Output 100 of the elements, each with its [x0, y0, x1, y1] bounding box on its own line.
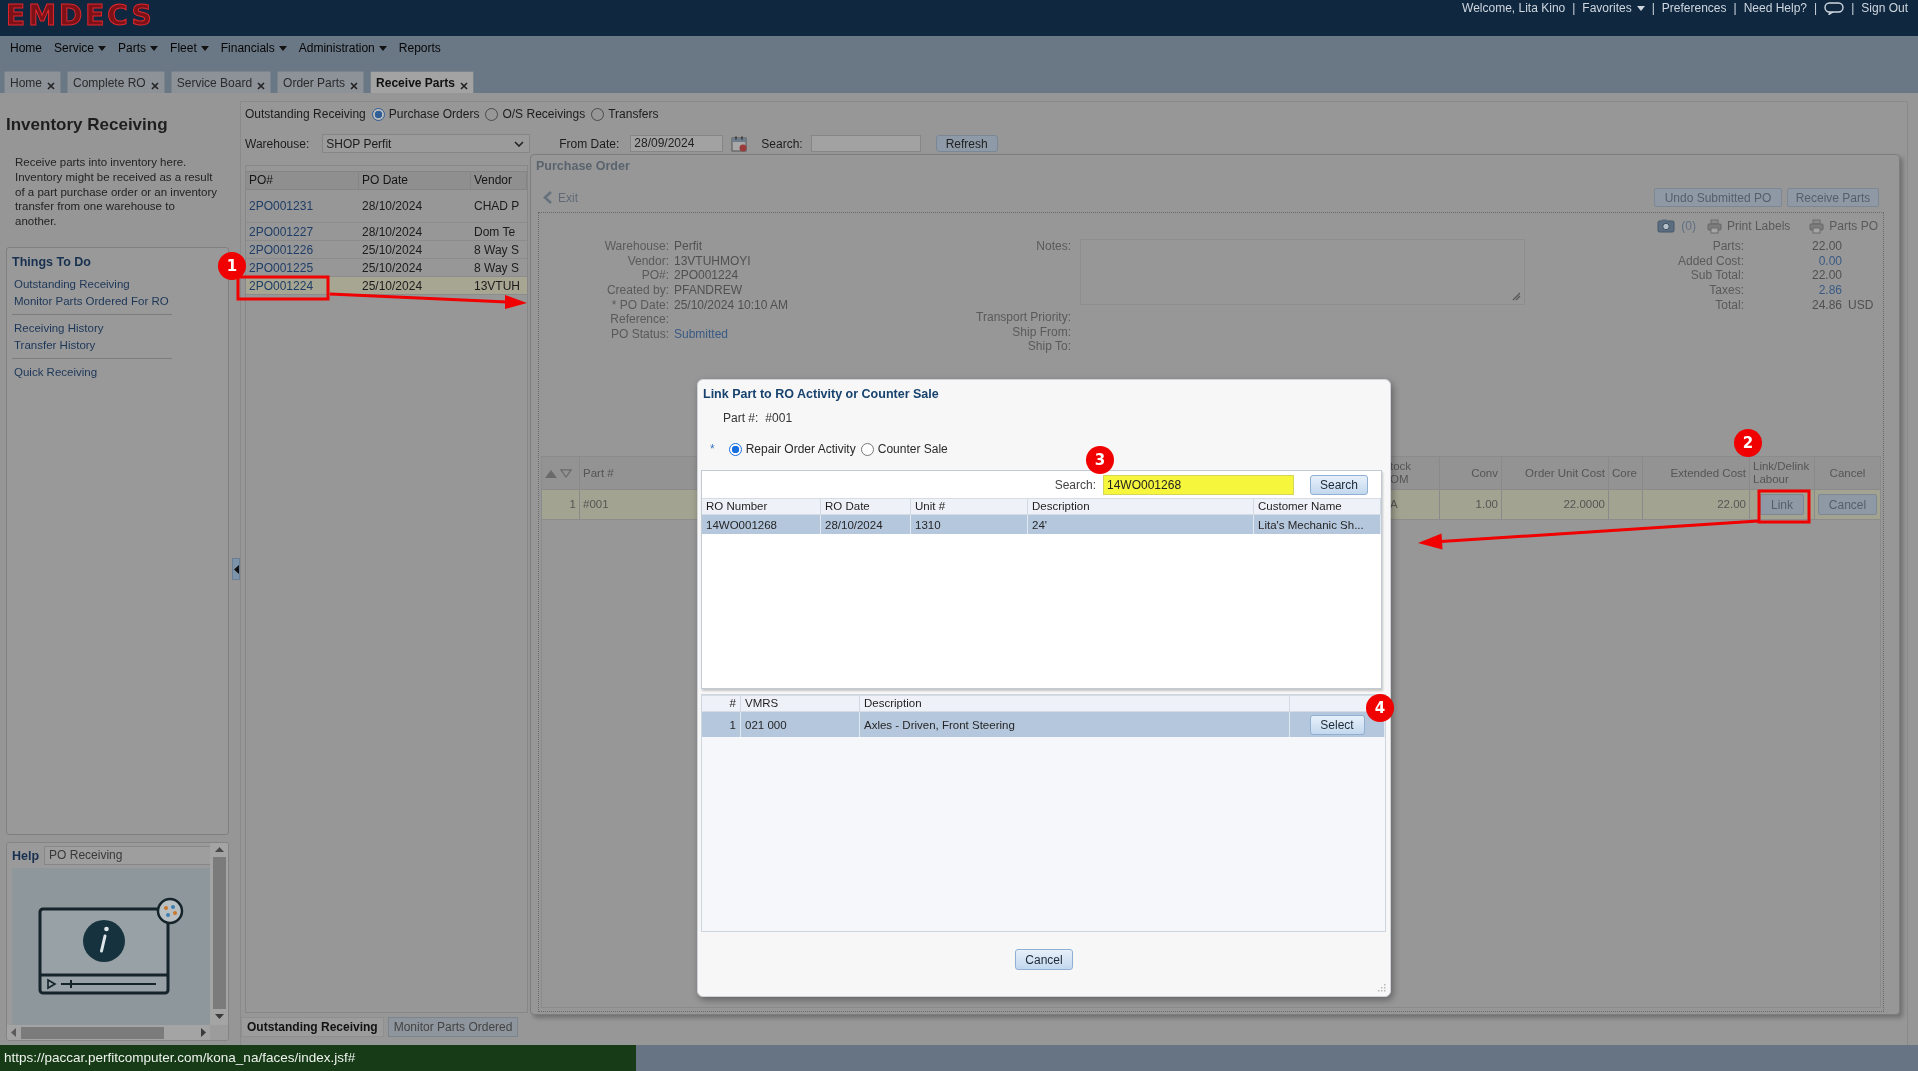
menu-item[interactable]: Reports: [398, 41, 441, 55]
calendar-icon[interactable]: [731, 135, 749, 152]
field-label: Created by:: [605, 283, 669, 298]
caret-up-icon[interactable]: [214, 847, 224, 852]
sidebar-link[interactable]: Quick Receiving: [14, 364, 98, 381]
column-header[interactable]: PO Date: [359, 172, 471, 189]
column-header[interactable]: PO#: [246, 172, 359, 189]
horizontal-scrollbar[interactable]: [7, 1025, 210, 1040]
column-header[interactable]: Customer Name: [1254, 499, 1381, 514]
close-icon[interactable]: [150, 82, 159, 90]
resize-grip-icon[interactable]: [1512, 292, 1521, 301]
radio-option[interactable]: Purchase Orders: [371, 107, 480, 121]
po-link[interactable]: 2PO001231: [246, 199, 359, 213]
menu-item[interactable]: Service: [54, 41, 107, 55]
help-topic-field[interactable]: PO Receiving: [44, 846, 210, 865]
menu-item[interactable]: Home: [10, 41, 42, 55]
po-link[interactable]: 2PO001226: [246, 242, 359, 257]
sidebar-link[interactable]: Transfer History: [14, 337, 96, 354]
table-row[interactable]: 1 021 000 Axles - Driven, Front Steering Select: [702, 712, 1385, 737]
tab[interactable]: Monitor Parts Ordered: [387, 1017, 519, 1037]
radio-button[interactable]: [728, 442, 742, 456]
field-label: Vendor:: [626, 253, 669, 269]
camera-icon[interactable]: [1657, 219, 1676, 233]
radio-button[interactable]: [860, 442, 874, 456]
panel-title: Things To Do: [12, 255, 92, 269]
radio-option[interactable]: Counter Sale: [860, 442, 948, 456]
close-icon[interactable]: [257, 82, 266, 90]
vertical-scrollbar[interactable]: [210, 843, 228, 1025]
tab[interactable]: Home: [4, 71, 61, 93]
notes-field[interactable]: [1080, 239, 1525, 305]
caret-right-icon[interactable]: [201, 1028, 206, 1037]
column-header[interactable]: RO Number: [702, 499, 821, 514]
table-cell: Lita's Mechanic Sh...: [1254, 515, 1381, 534]
caret-left-icon[interactable]: [11, 1028, 16, 1037]
close-icon[interactable]: [459, 82, 468, 90]
dialog-title: Link Part to RO Activity or Counter Sale: [703, 386, 940, 402]
search-field[interactable]: [810, 135, 921, 152]
column-header[interactable]: Unit #: [911, 499, 1028, 514]
po-link[interactable]: 2PO001227: [246, 224, 359, 239]
scrollbar-thumb[interactable]: [212, 857, 226, 1009]
video-preview[interactable]: [12, 868, 210, 1025]
amount-link[interactable]: 2.86: [1744, 283, 1842, 298]
sidebar-link[interactable]: Outstanding Receiving: [14, 276, 130, 293]
radio-option[interactable]: Repair Order Activity: [728, 442, 856, 456]
header-link[interactable]: Sign Out: [1861, 1, 1908, 15]
resize-grip-icon[interactable]: [1376, 982, 1386, 992]
caret-down-icon[interactable]: [214, 1014, 224, 1019]
radio-option[interactable]: O/S Receivings: [485, 107, 586, 121]
close-icon[interactable]: [350, 82, 359, 90]
radio-button[interactable]: [371, 107, 385, 121]
chat-bubble-icon[interactable]: [1824, 1, 1845, 15]
po-link[interactable]: 2PO001224: [246, 278, 359, 293]
menu-item[interactable]: Financials: [220, 41, 287, 55]
warehouse-select[interactable]: SHOP Perfit: [322, 134, 531, 153]
separator-text: |: [1814, 1, 1818, 15]
sidebar-link[interactable]: Receiving History: [14, 320, 104, 337]
date-field[interactable]: 28/09/2024: [630, 135, 724, 152]
column-header[interactable]: RO Date: [821, 499, 911, 514]
header-link[interactable]: Preferences: [1661, 1, 1727, 15]
menu-item[interactable]: Fleet: [170, 41, 209, 55]
tab[interactable]: Order Parts: [277, 71, 365, 93]
welcome-text: Welcome, Lita Kino: [1462, 1, 1566, 15]
table-row[interactable]: 2PO001224 25/10/2024 13VTUH: [246, 277, 527, 295]
caret-down-icon: [278, 45, 287, 51]
search-field[interactable]: 14WO001268: [1103, 474, 1294, 495]
refresh-button[interactable]: Refresh: [935, 135, 998, 152]
tab[interactable]: Outstanding Receiving: [241, 1017, 384, 1037]
caret-down-icon: [98, 45, 107, 51]
amount-link[interactable]: 0.00: [1744, 253, 1842, 269]
field-value: PFANDREW: [674, 283, 742, 298]
close-icon[interactable]: [47, 82, 55, 90]
amount-value: 22.00: [1810, 239, 1842, 254]
field-value: Perfit: [674, 239, 702, 254]
filter-label: Outstanding Receiving: [245, 107, 366, 121]
cancel-button[interactable]: Cancel: [1015, 949, 1073, 970]
radio-option[interactable]: Transfers: [591, 107, 659, 121]
search-button[interactable]: Search: [1310, 474, 1368, 495]
table-cell: 28/10/2024: [821, 515, 911, 534]
caret-down-icon: [1636, 5, 1645, 11]
tab[interactable]: Receive Parts: [370, 71, 474, 93]
status-link[interactable]: Submitted: [674, 327, 729, 342]
table-cell: 1.00: [1475, 498, 1498, 511]
column-header: VMRS: [741, 696, 860, 711]
header-link[interactable]: Need Help?: [1743, 1, 1808, 15]
column-header[interactable]: Description: [1028, 499, 1254, 514]
dropdown-link[interactable]: Favorites: [1582, 1, 1645, 15]
tab[interactable]: Complete RO: [67, 71, 165, 93]
print-link[interactable]: Print Labels: [1706, 218, 1791, 234]
tab[interactable]: Service Board: [170, 71, 272, 93]
table-row[interactable]: 14WO001268 28/10/2024 1310 24' Lita's Mechanic Sh...: [702, 515, 1381, 534]
column-header[interactable]: Vendor: [471, 172, 527, 189]
select-button[interactable]: Select: [1309, 714, 1365, 735]
menu-item[interactable]: Parts: [118, 41, 159, 55]
scrollbar-thumb[interactable]: [21, 1026, 164, 1039]
sidebar-link[interactable]: Monitor Parts Ordered For RO: [14, 293, 169, 310]
table-cell: #001: [583, 498, 609, 511]
po-link[interactable]: 2PO001225: [246, 260, 359, 275]
print-link[interactable]: Parts PO: [1809, 218, 1878, 234]
menu-item[interactable]: Administration: [298, 41, 387, 55]
page-description: Receive parts into inventory here. Inventory might be received as a result of a part purchase order or an inventory transfer from one warehouse to another.: [15, 155, 218, 229]
